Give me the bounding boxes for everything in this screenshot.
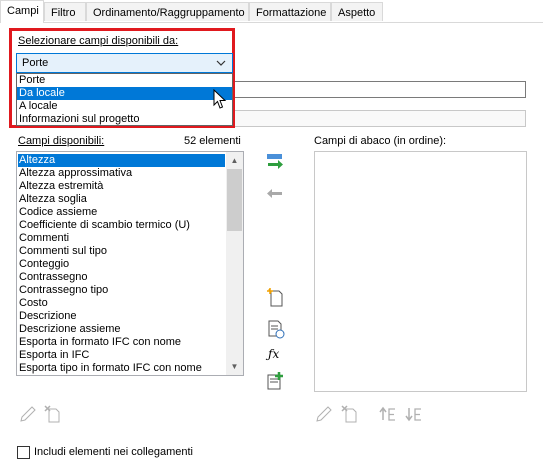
list-item[interactable]: Commenti sul tipo <box>19 245 107 258</box>
list-item[interactable]: Codice assieme <box>19 206 97 219</box>
dropdown-option[interactable]: Informazioni sul progetto <box>19 113 139 126</box>
tab-campi[interactable]: Campi <box>0 0 44 23</box>
list-item[interactable]: Contrassegno <box>19 271 88 284</box>
list-item[interactable]: Esporta in formato IFC con nome <box>19 336 181 349</box>
search-input[interactable] <box>230 81 526 98</box>
remove-parameter-icon[interactable] <box>265 183 285 203</box>
list-item[interactable]: Altezza approssimativa <box>19 167 132 180</box>
scroll-up-icon[interactable]: ▲ <box>226 152 243 169</box>
list-item[interactable]: Contrassegno tipo <box>19 284 108 297</box>
list-item[interactable]: Conteggio <box>19 258 69 271</box>
filter-input[interactable] <box>230 110 526 127</box>
add-project-parameter-icon[interactable] <box>266 371 286 391</box>
scroll-thumb[interactable] <box>227 169 242 231</box>
dropdown-option[interactable]: A locale <box>19 100 58 113</box>
tab-formattazione[interactable]: Formattazione <box>249 2 331 21</box>
list-item[interactable]: Esporta in IFC <box>19 349 89 362</box>
include-links-label: Includi elementi nei collegamenti <box>34 446 193 458</box>
list-item[interactable]: Descrizione <box>19 310 76 323</box>
vertical-scrollbar[interactable]: ▲ ▼ <box>226 152 243 375</box>
tab-ordinamento[interactable]: Ordinamento/Raggruppamento <box>86 2 249 21</box>
schedule-fields-label: Campi di abaco (in ordine): <box>314 135 447 147</box>
mouse-cursor-icon <box>213 89 227 109</box>
tab-label: Filtro <box>51 7 76 19</box>
move-up-icon[interactable] <box>378 404 398 424</box>
list-item[interactable]: Esporta tipo in formato IFC con nome <box>19 362 202 375</box>
tab-label: Campi <box>7 5 39 17</box>
list-item[interactable]: Altezza soglia <box>19 193 87 206</box>
tab-label: Ordinamento/Raggruppamento <box>93 7 245 19</box>
scroll-down-icon[interactable]: ▼ <box>226 358 243 375</box>
schedule-fields-list[interactable] <box>314 151 527 392</box>
tab-label: Formattazione <box>256 7 327 19</box>
fields-source-dropdown[interactable]: Porte <box>16 53 233 73</box>
new-parameter-icon[interactable] <box>266 288 286 308</box>
move-down-icon[interactable] <box>404 404 424 424</box>
tab-strip: Campi Filtro Ordinamento/Raggruppamento … <box>0 0 543 23</box>
tab-label: Aspetto <box>338 7 376 19</box>
dropdown-option[interactable]: Porte <box>19 74 45 87</box>
add-parameter-icon[interactable] <box>265 152 285 172</box>
list-item[interactable]: Coefficiente di scambio termico (U) <box>19 219 190 232</box>
list-item[interactable]: Commenti <box>19 232 69 245</box>
fields-source-label: Selezionare campi disponibili da: <box>18 35 179 47</box>
calculated-value-icon[interactable]: ƒx <box>268 347 279 361</box>
include-links-checkbox[interactable] <box>17 446 30 459</box>
dropdown-list: Porte Da locale A locale Informazioni su… <box>16 73 233 126</box>
available-fields-list[interactable]: Altezza Altezza approssimativa Altezza e… <box>16 151 244 376</box>
list-item[interactable]: Descrizione assieme <box>19 323 120 336</box>
dropdown-value: Porte <box>22 57 49 69</box>
edit-icon[interactable] <box>18 404 38 424</box>
list-item[interactable]: Costo <box>19 297 48 310</box>
list-item[interactable]: Altezza <box>18 154 225 167</box>
list-item[interactable]: Altezza estremità <box>19 180 103 193</box>
available-fields-label: Campi disponibili: <box>18 135 105 147</box>
edit-icon[interactable] <box>314 404 334 424</box>
tab-aspetto[interactable]: Aspetto <box>331 2 383 21</box>
delete-icon[interactable] <box>42 404 62 424</box>
dropdown-option-selected[interactable]: Da locale <box>17 87 232 100</box>
delete-icon[interactable] <box>339 404 359 424</box>
combine-parameters-icon[interactable] <box>266 319 286 339</box>
tab-filtro[interactable]: Filtro <box>44 2 86 21</box>
chevron-down-icon <box>216 60 226 66</box>
available-count: 52 elementi <box>184 135 241 147</box>
